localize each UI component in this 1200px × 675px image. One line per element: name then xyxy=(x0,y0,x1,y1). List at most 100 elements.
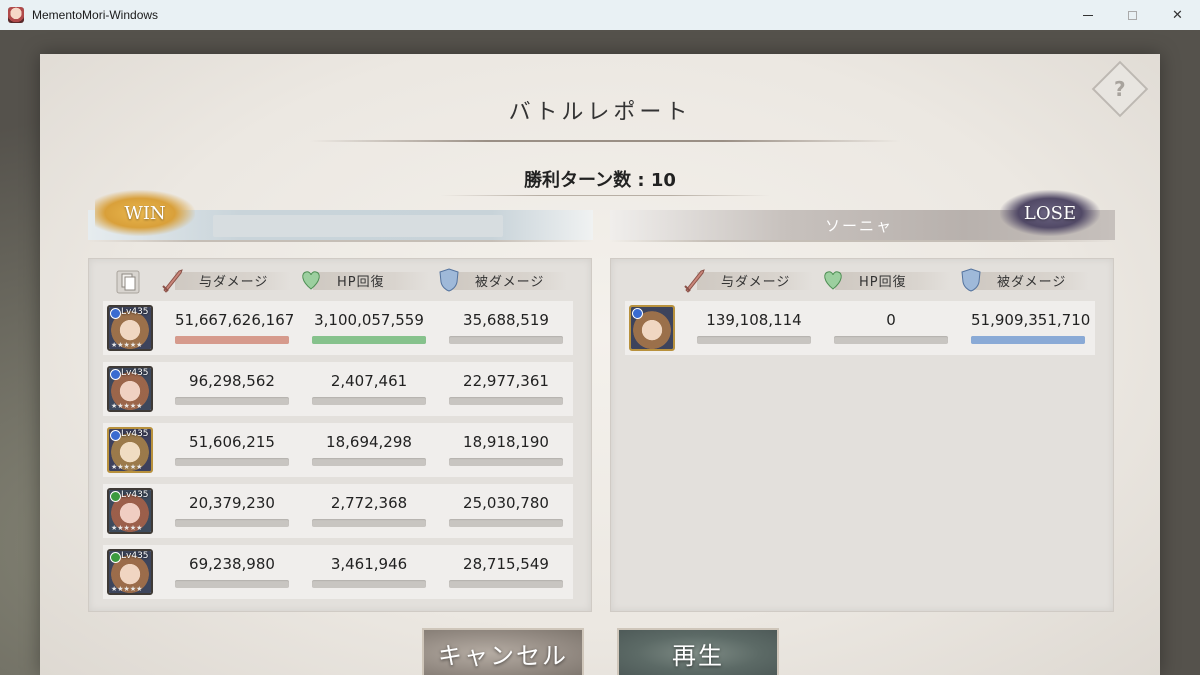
column-header-damage-taken: 被ダメージ xyxy=(959,267,1089,293)
stat-hp-healed: 18,694,298 xyxy=(326,433,412,451)
stat-bar-damage-dealt xyxy=(697,336,811,344)
stat-damage-taken: 25,030,780 xyxy=(463,494,549,512)
star-rating: ★★★★★ xyxy=(111,341,143,349)
cancel-button[interactable]: キャンセル xyxy=(422,628,584,675)
stat-bar-damage-dealt xyxy=(175,519,289,527)
star-rating: ★★★★★ xyxy=(111,585,143,593)
column-header-label: HP回復 xyxy=(859,274,907,290)
sword-icon xyxy=(683,267,707,293)
app-icon xyxy=(8,7,24,23)
character-level: Lv435 xyxy=(121,551,149,561)
element-icon xyxy=(110,308,121,319)
star-rating: ★★★★★ xyxy=(111,524,143,532)
element-icon xyxy=(110,430,121,441)
win-badge: WIN xyxy=(95,190,195,236)
game-area: バトルレポート ? 勝利ターン数 : 10 WIN ソーニャ LOSE 与ダメー… xyxy=(0,30,1200,675)
stat-damage-dealt: 69,238,980 xyxy=(189,555,275,573)
column-header-label: 与ダメージ xyxy=(199,274,269,290)
stat-bar-hp-healed xyxy=(312,336,426,344)
maximize-button[interactable] xyxy=(1110,0,1155,30)
stat-bar-damage-dealt xyxy=(175,580,289,588)
stat-hp-healed: 3,461,946 xyxy=(330,555,408,573)
stat-bar-damage-dealt xyxy=(175,458,289,466)
unit-row: Lv435 ★★★★★ 51,667,626,167 3,100,057,559 35,… xyxy=(103,301,573,355)
stat-damage-dealt: 96,298,562 xyxy=(189,372,275,390)
stat-damage-dealt: 51,606,215 xyxy=(189,433,275,451)
star-rating: ★★★★★ xyxy=(111,463,143,471)
window-title: MementoMori-Windows xyxy=(32,8,159,22)
lose-badge: LOSE xyxy=(1000,190,1100,236)
stat-damage-taken: 18,918,190 xyxy=(463,433,549,451)
column-header-hp-healed: HP回復 xyxy=(299,267,429,293)
column-header-damage-dealt: 与ダメージ xyxy=(161,267,291,293)
stat-bar-fill xyxy=(312,336,426,344)
stat-bar-fill xyxy=(971,336,1085,344)
minimize-icon xyxy=(1082,14,1093,16)
element-icon xyxy=(110,552,121,563)
stat-damage-taken: 22,977,361 xyxy=(463,372,549,390)
turns-divider xyxy=(440,195,770,196)
element-icon xyxy=(632,308,643,319)
column-header-hp-healed: HP回復 xyxy=(821,269,951,291)
shield-icon xyxy=(437,267,461,293)
stat-bar-hp-healed xyxy=(312,397,426,405)
column-header-damage-taken: 被ダメージ xyxy=(437,267,567,293)
stat-damage-taken: 51,909,351,710 xyxy=(971,311,1091,329)
column-header-label: 与ダメージ xyxy=(721,274,791,290)
character-level: Lv435 xyxy=(121,368,149,378)
maximize-icon xyxy=(1128,10,1137,20)
stat-bar-hp-healed xyxy=(834,336,948,344)
play-button[interactable]: 再生 xyxy=(617,628,779,675)
stat-damage-dealt: 51,667,626,167 xyxy=(175,311,295,329)
close-button[interactable]: ✕ xyxy=(1155,0,1200,30)
character-avatar[interactable]: Lv435 ★★★★★ xyxy=(107,366,153,412)
stat-damage-taken: 28,715,549 xyxy=(463,555,549,573)
stat-bar-damage-taken xyxy=(449,458,563,466)
window-title-bar: MementoMori-Windows ✕ xyxy=(0,0,1200,30)
title-divider xyxy=(310,140,900,142)
copy-icon[interactable] xyxy=(115,269,141,295)
stat-damage-dealt: 20,379,230 xyxy=(189,494,275,512)
left-team-divider xyxy=(88,240,593,242)
column-header-label: 被ダメージ xyxy=(997,274,1067,290)
right-team-divider xyxy=(610,240,1115,242)
unit-row: Lv435 ★★★★★ 51,606,215 18,694,298 18,918,190 xyxy=(103,423,573,477)
stat-bar-damage-taken xyxy=(971,336,1085,344)
stat-hp-healed: 2,772,368 xyxy=(330,494,408,512)
character-level: Lv435 xyxy=(121,490,149,500)
stat-bar-hp-healed xyxy=(312,519,426,527)
right-team-name: ソーニャ xyxy=(825,217,894,235)
battle-report-panel: バトルレポート ? 勝利ターン数 : 10 WIN ソーニャ LOSE 与ダメー… xyxy=(40,54,1160,675)
victory-turns: 勝利ターン数 : 10 xyxy=(524,170,676,191)
left-team-name-redacted xyxy=(213,215,503,237)
column-header-label: HP回復 xyxy=(337,274,385,290)
stat-bar-damage-taken xyxy=(449,580,563,588)
character-avatar[interactable]: Lv435 ★★★★★ xyxy=(107,488,153,534)
stat-damage-dealt: 139,108,114 xyxy=(706,311,802,329)
element-icon xyxy=(110,491,121,502)
stat-hp-healed: 2,407,461 xyxy=(330,372,408,390)
left-team-stats: 与ダメージ HP回復 被ダメージ Lv435 ★★★★★ 51,667,626,167 3,… xyxy=(88,258,592,612)
shield-icon xyxy=(959,267,983,293)
unit-row: 139,108,114 0 51,909,351,710 xyxy=(625,301,1095,355)
unit-row: Lv435 ★★★★★ 20,379,230 2,772,368 25,030,780 xyxy=(103,484,573,538)
question-icon: ? xyxy=(1114,76,1126,101)
character-avatar[interactable]: Lv435 ★★★★★ xyxy=(107,427,153,473)
stat-bar-damage-taken xyxy=(449,397,563,405)
character-level: Lv435 xyxy=(121,307,149,317)
character-avatar[interactable]: Lv435 ★★★★★ xyxy=(107,305,153,351)
character-avatar[interactable]: Lv435 ★★★★★ xyxy=(107,549,153,595)
right-team-stats: 与ダメージ HP回復 被ダメージ 139,108,114 0 51,909,351,710 xyxy=(610,258,1114,612)
stat-bar-fill xyxy=(175,336,289,344)
stat-bar-hp-healed xyxy=(312,458,426,466)
stat-bar-damage-dealt xyxy=(175,336,289,344)
character-level: Lv435 xyxy=(121,429,149,439)
stat-bar-hp-healed xyxy=(312,580,426,588)
heart-icon xyxy=(299,267,323,293)
minimize-button[interactable] xyxy=(1065,0,1110,30)
character-avatar[interactable] xyxy=(629,305,675,351)
panel-title: バトルレポート xyxy=(508,100,692,125)
sword-icon xyxy=(161,267,185,293)
stat-bar-damage-taken xyxy=(449,519,563,527)
stat-damage-taken: 35,688,519 xyxy=(463,311,549,329)
